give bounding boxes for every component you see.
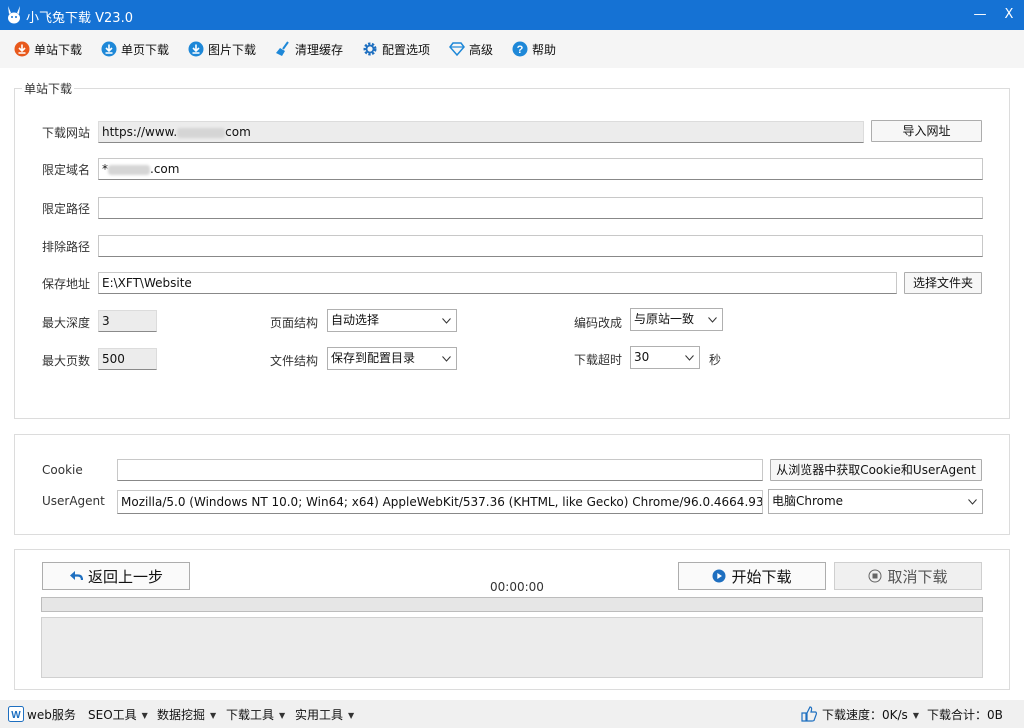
domain-field[interactable]: * .com [98,158,983,180]
menu-image-download[interactable]: 图片下载 [188,38,256,60]
group-legend: 单站下载 [22,80,75,97]
dropdown-caret-icon: ▼ [279,711,286,720]
download-speed: 下载速度：0K/s ▼ [822,708,919,722]
utility-tools-menu[interactable]: 实用工具 ▼ [295,706,354,723]
toolbar: 单站下载 单页下载 图片下载 清理缓存 配置选项 高级 ? 帮助 [0,30,1024,68]
gear-icon [363,42,377,56]
chevron-down-icon [442,356,451,362]
path-label: 限定路径 [42,202,91,216]
page-structure-select[interactable]: 自动选择 [327,309,457,332]
download-total: 下载合计：0B [927,708,1003,722]
window-title: 小飞兔下载 V23.0 [26,11,133,26]
url-field[interactable]: https://www. com [98,121,864,143]
save-path-label: 保存地址 [42,277,91,291]
web-service-button[interactable]: web服务 [27,706,76,723]
fetch-browser-cookie-button[interactable]: 从浏览器中获取Cookie和UserAgent [770,459,982,481]
depth-field[interactable]: 3 [98,310,157,332]
chevron-down-icon [685,355,694,361]
domain-label: 限定域名 [42,163,91,177]
stop-icon [868,569,882,583]
encoding-label: 编码改成 [574,316,623,330]
download-icon [188,41,204,57]
timeout-label: 下载超时 [574,353,623,367]
cancel-download-button[interactable]: 取消下载 [834,562,982,590]
choose-folder-button[interactable]: 选择文件夹 [904,272,982,294]
depth-label: 最大深度 [42,316,91,330]
minimize-button[interactable]: — [968,4,992,26]
back-arrow-icon [69,571,83,581]
web-icon: W [8,706,24,722]
help-icon: ? [512,41,528,57]
log-area[interactable] [41,617,983,678]
menu-single-site[interactable]: 单站下载 [14,38,82,60]
menu-help[interactable]: ? 帮助 [512,38,556,60]
chevron-down-icon [442,318,451,324]
status-bar: W web服务 SEO工具 ▼ 数据挖掘 ▼ 下载工具 ▼ 实用工具 ▼ 下载速度：0K… [0,700,1024,728]
data-mining-menu[interactable]: 数据挖掘 ▼ [157,706,216,723]
cookie-label: Cookie [42,463,83,477]
url-label: 下载网站 [42,126,91,140]
http-settings-group [14,434,1010,535]
useragent-preset-select[interactable]: 电脑Chrome [768,489,983,514]
speed-icon [801,706,817,722]
import-url-button[interactable]: 导入网址 [871,120,982,142]
dropdown-caret-icon: ▼ [210,711,217,720]
useragent-field[interactable]: Mozilla/5.0 (Windows NT 10.0; Win64; x64… [117,490,763,514]
menu-single-page[interactable]: 单页下载 [101,38,169,60]
path-field[interactable] [98,197,983,219]
cookie-field[interactable] [117,459,763,481]
timeout-select[interactable]: 30 [630,346,700,369]
page-structure-label: 页面结构 [270,316,319,330]
diamond-icon [449,42,465,57]
svg-text:W: W [11,710,21,721]
menu-advanced[interactable]: 高级 [449,38,493,60]
menu-clear-cache[interactable]: 清理缓存 [275,38,343,60]
broom-icon [276,41,289,56]
download-icon [101,41,117,57]
elapsed-timer: 00:00:00 [490,580,544,594]
play-icon [712,569,726,583]
seo-tools-menu[interactable]: SEO工具 ▼ [88,706,148,723]
title-bar: 小飞兔下载 V23.0 — X [0,0,1024,30]
dropdown-caret-icon: ▼ [141,711,148,720]
dropdown-caret-icon: ▼ [348,711,355,720]
start-download-button[interactable]: 开始下载 [678,562,826,590]
encoding-select[interactable]: 与原站一致 [630,308,723,331]
timeout-unit: 秒 [709,353,722,367]
file-structure-select[interactable]: 保存到配置目录 [327,347,457,370]
close-button[interactable]: X [997,4,1021,26]
max-pages-label: 最大页数 [42,354,91,368]
dropdown-caret-icon: ▼ [912,711,919,720]
blurred-text [108,164,150,175]
chevron-down-icon [708,317,717,323]
menu-config-options[interactable]: 配置选项 [362,38,430,60]
chevron-down-icon [968,499,977,505]
file-structure-label: 文件结构 [270,354,319,368]
useragent-label: UserAgent [42,494,105,508]
blurred-text [177,127,226,138]
back-button[interactable]: 返回上一步 [42,562,190,590]
max-pages-field[interactable]: 500 [98,348,157,370]
rabbit-app-icon [8,6,20,24]
exclude-field[interactable] [98,235,983,257]
download-icon [14,41,30,57]
download-tools-menu[interactable]: 下载工具 ▼ [226,706,285,723]
svg-text:?: ? [517,44,524,56]
exclude-label: 排除路径 [42,240,91,254]
save-path-field[interactable]: E:\XFT\Website [98,272,897,294]
progress-bar [41,597,983,612]
